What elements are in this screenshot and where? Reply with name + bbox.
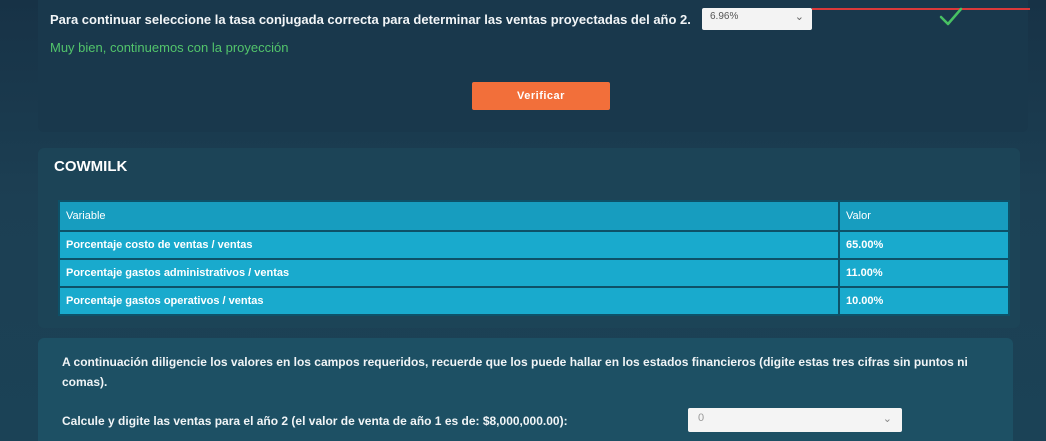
success-message: Muy bien, continuemos con la proyección [50,40,289,55]
instructions-card: A continuación diligencie los valores en… [38,338,1013,441]
verify-button[interactable]: Verificar [472,82,610,110]
company-title: COWMILK [54,158,128,175]
table-cell-value: 10.00% [838,286,1010,316]
table-cell-value: 11.00% [838,258,1010,288]
checkmark-icon [939,7,963,26]
page: Para continuar seleccione la tasa conjug… [0,0,1046,441]
chevron-down-icon: ⌄ [794,11,804,23]
rate-select-value: 6.96% [710,11,739,22]
sales-year2-label: Calcule y digite las ventas para el año … [62,414,568,428]
variables-table: Variable Valor Porcentaje costo de venta… [58,200,1010,316]
table-header-row: Variable Valor [58,200,1010,232]
progress-line [812,8,1030,10]
sales-year2-input-value: 0 [698,412,705,424]
table-cell-value: 65.00% [838,230,1010,260]
cowmilk-card: COWMILK Variable Valor Porcentaje costo … [38,148,1020,328]
instructions-text: A continuación diligencie los valores en… [62,355,968,389]
table-header-variable: Variable [58,200,840,232]
table-row: Porcentaje gastos operativos / ventas 10… [58,286,1010,316]
table-cell-variable: Porcentaje gastos operativos / ventas [58,286,840,316]
rate-select[interactable]: 6.96% ⌄ [702,8,812,30]
chevron-down-icon: ⌄ [882,413,892,425]
table-cell-variable: Porcentaje gastos administrativos / vent… [58,258,840,288]
table-header-valor: Valor [838,200,1010,232]
table-cell-variable: Porcentaje costo de ventas / ventas [58,230,840,260]
question-text: Para continuar seleccione la tasa conjug… [50,12,691,27]
sales-year2-input[interactable]: 0 ⌄ [688,408,902,432]
table-row: Porcentaje costo de ventas / ventas 65.0… [58,230,1010,260]
table-row: Porcentaje gastos administrativos / vent… [58,258,1010,288]
question-card: Para continuar seleccione la tasa conjug… [38,0,1030,132]
